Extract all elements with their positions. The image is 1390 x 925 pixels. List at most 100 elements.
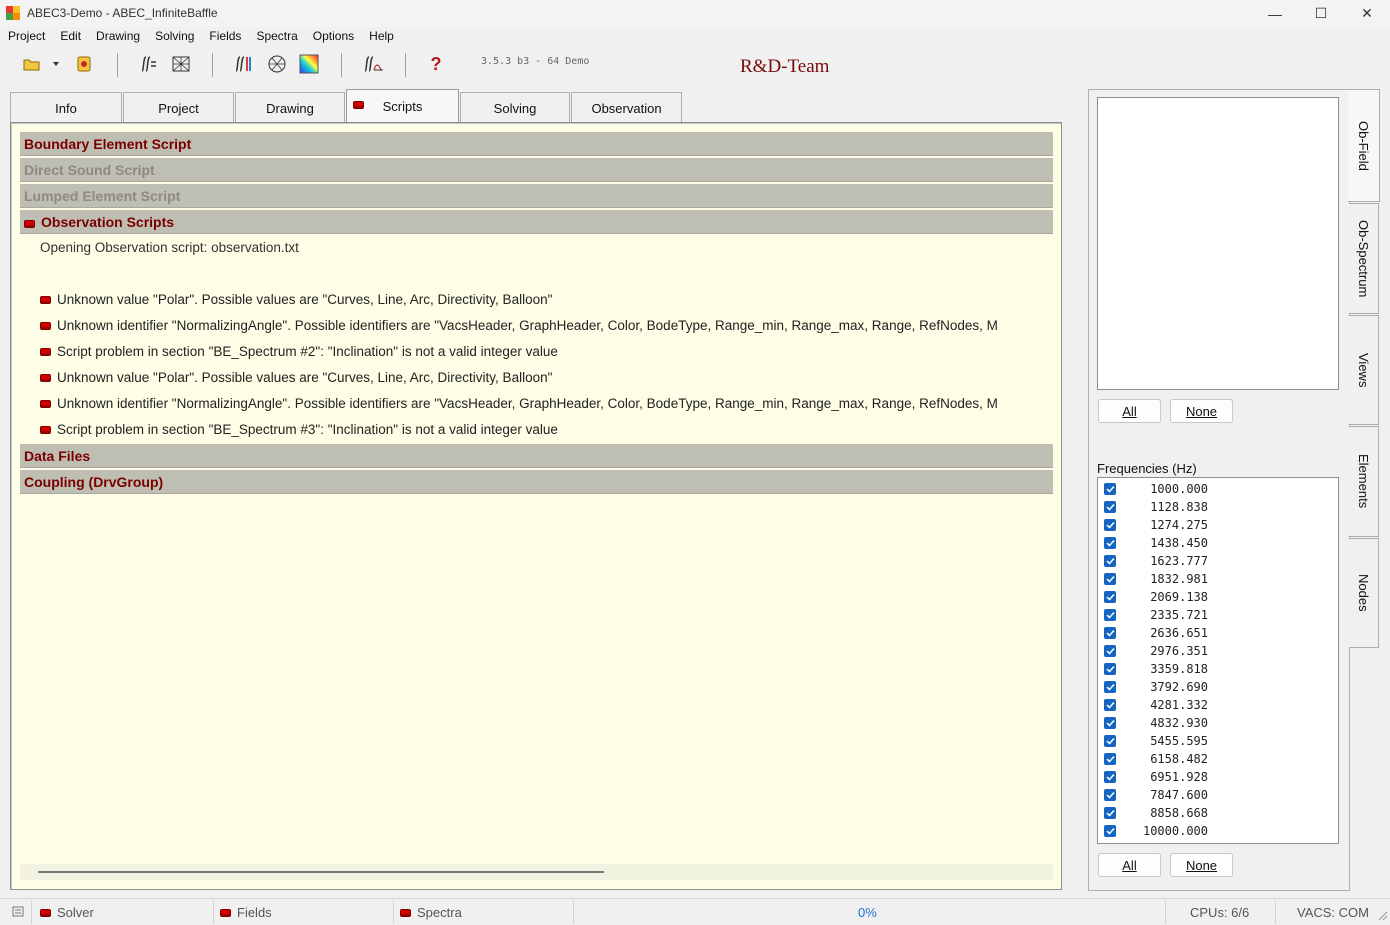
tab-solving[interactable]: Solving bbox=[460, 92, 570, 123]
menu-drawing[interactable]: Drawing bbox=[96, 27, 140, 47]
solver-script-button[interactable] bbox=[137, 53, 159, 75]
save-project-button[interactable] bbox=[73, 53, 95, 75]
frequency-checkbox[interactable] bbox=[1104, 609, 1116, 621]
frequency-row[interactable]: 1000.000 bbox=[1098, 480, 1338, 498]
frequency-row[interactable]: 2069.138 bbox=[1098, 588, 1338, 606]
side-tab-elements[interactable]: Elements bbox=[1349, 426, 1379, 537]
frequency-list[interactable]: 1000.000 1128.838 1274.275 1438.450 1623.777… bbox=[1097, 477, 1339, 844]
frequency-row[interactable]: 6158.482 bbox=[1098, 750, 1338, 768]
frequency-row[interactable]: 4832.930 bbox=[1098, 714, 1338, 732]
error-message: Script problem in section "BE_Spectrum #… bbox=[40, 418, 1052, 442]
color-map-button[interactable] bbox=[298, 53, 320, 75]
checkmark-icon bbox=[1105, 557, 1115, 565]
tab-project[interactable]: Project bbox=[123, 92, 234, 123]
frequency-checkbox[interactable] bbox=[1104, 825, 1116, 837]
observation-field-list[interactable] bbox=[1097, 97, 1339, 390]
frequency-checkbox[interactable] bbox=[1104, 717, 1116, 729]
frequency-checkbox[interactable] bbox=[1104, 573, 1116, 585]
frequency-checkbox[interactable] bbox=[1104, 807, 1116, 819]
side-tab-ob-spectrum[interactable]: Ob-Spectrum bbox=[1349, 203, 1379, 314]
frequency-row[interactable]: 1274.275 bbox=[1098, 516, 1338, 534]
spectrum-icon bbox=[364, 56, 383, 72]
menu-solving[interactable]: Solving bbox=[155, 27, 194, 47]
side-tab-views[interactable]: Views bbox=[1349, 315, 1379, 425]
frequency-checkbox[interactable] bbox=[1104, 627, 1116, 639]
menu-fields[interactable]: Fields bbox=[209, 27, 241, 47]
triangle-mesh-icon bbox=[268, 55, 286, 73]
section-observation-scripts[interactable]: Observation Scripts bbox=[20, 210, 1053, 234]
side-tab-label: Views bbox=[1356, 352, 1371, 388]
open-dropdown-button[interactable] bbox=[49, 53, 63, 75]
frequency-checkbox[interactable] bbox=[1104, 555, 1116, 567]
section-direct-sound-script[interactable]: Direct Sound Script bbox=[20, 158, 1053, 182]
minimize-button[interactable]: — bbox=[1252, 0, 1298, 27]
frequency-row[interactable]: 4281.332 bbox=[1098, 696, 1338, 714]
frequency-checkbox[interactable] bbox=[1104, 771, 1116, 783]
side-tab-ob-field[interactable]: Ob-Field bbox=[1348, 89, 1380, 202]
frequency-checkbox[interactable] bbox=[1104, 483, 1116, 495]
frequency-checkbox[interactable] bbox=[1104, 501, 1116, 513]
frequency-checkbox[interactable] bbox=[1104, 789, 1116, 801]
select-all-frequencies-button[interactable]: All bbox=[1098, 853, 1161, 877]
tab-label: Drawing bbox=[266, 100, 314, 116]
frequency-checkbox[interactable] bbox=[1104, 663, 1116, 675]
side-tab-nodes[interactable]: Nodes bbox=[1349, 538, 1379, 648]
section-data-files[interactable]: Data Files bbox=[20, 444, 1053, 468]
frequency-checkbox[interactable] bbox=[1104, 645, 1116, 657]
menu-options[interactable]: Options bbox=[313, 27, 354, 47]
spectra-button[interactable] bbox=[362, 53, 384, 75]
scrollbar-thumb[interactable] bbox=[38, 871, 604, 873]
mesh-button[interactable] bbox=[170, 53, 192, 75]
spectra-status: Spectra bbox=[400, 901, 462, 924]
menu-spectra[interactable]: Spectra bbox=[256, 27, 297, 47]
status-text: Fields bbox=[237, 905, 272, 920]
frequency-row[interactable]: 5455.595 bbox=[1098, 732, 1338, 750]
tab-observation[interactable]: Observation bbox=[571, 92, 682, 123]
select-all-fields-button[interactable]: All bbox=[1098, 399, 1161, 423]
frequency-checkbox[interactable] bbox=[1104, 537, 1116, 549]
frequency-row[interactable]: 6951.928 bbox=[1098, 768, 1338, 786]
frequency-row[interactable]: 2976.351 bbox=[1098, 642, 1338, 660]
tab-info[interactable]: Info bbox=[10, 92, 122, 123]
size-grip-icon[interactable] bbox=[1376, 909, 1388, 921]
maximize-button[interactable]: ☐ bbox=[1298, 0, 1344, 27]
fields-button[interactable] bbox=[232, 53, 254, 75]
frequency-row[interactable]: 8858.668 bbox=[1098, 804, 1338, 822]
menu-edit[interactable]: Edit bbox=[60, 27, 81, 47]
menu-project[interactable]: Project bbox=[8, 27, 45, 47]
frequency-row[interactable]: 3359.818 bbox=[1098, 660, 1338, 678]
integral-color-icon bbox=[235, 56, 251, 72]
close-button[interactable]: ✕ bbox=[1344, 0, 1390, 27]
side-tab-label: Ob-Field bbox=[1356, 120, 1371, 171]
frequency-checkbox[interactable] bbox=[1104, 699, 1116, 711]
frequency-row[interactable]: 3792.690 bbox=[1098, 678, 1338, 696]
section-boundary-element-script[interactable]: Boundary Element Script bbox=[20, 132, 1053, 156]
select-none-frequencies-button[interactable]: None bbox=[1170, 853, 1233, 877]
frequency-row[interactable]: 7847.600 bbox=[1098, 786, 1338, 804]
observation-mesh-button[interactable] bbox=[266, 53, 288, 75]
section-lumped-element-script[interactable]: Lumped Element Script bbox=[20, 184, 1053, 208]
tab-scripts[interactable]: Scripts bbox=[346, 89, 459, 123]
section-coupling[interactable]: Coupling (DrvGroup) bbox=[20, 470, 1053, 494]
error-message: Unknown value "Polar". Possible values a… bbox=[40, 366, 1052, 390]
frequency-checkbox[interactable] bbox=[1104, 753, 1116, 765]
open-folder-button[interactable] bbox=[21, 53, 43, 75]
frequency-row[interactable]: 1438.450 bbox=[1098, 534, 1338, 552]
horizontal-scrollbar[interactable] bbox=[20, 864, 1053, 880]
frequency-row[interactable]: 1623.777 bbox=[1098, 552, 1338, 570]
frequency-row[interactable]: 1832.981 bbox=[1098, 570, 1338, 588]
menu-help[interactable]: Help bbox=[369, 27, 394, 47]
status-divider bbox=[31, 901, 32, 924]
frequency-value: 5455.595 bbox=[1150, 734, 1208, 748]
tab-drawing[interactable]: Drawing bbox=[235, 92, 345, 123]
frequency-row[interactable]: 10000.000 bbox=[1098, 822, 1338, 840]
frequency-checkbox[interactable] bbox=[1104, 591, 1116, 603]
frequency-checkbox[interactable] bbox=[1104, 519, 1116, 531]
frequency-checkbox[interactable] bbox=[1104, 735, 1116, 747]
frequency-row[interactable]: 1128.838 bbox=[1098, 498, 1338, 516]
frequency-row[interactable]: 2636.651 bbox=[1098, 624, 1338, 642]
frequency-checkbox[interactable] bbox=[1104, 681, 1116, 693]
help-icon[interactable]: ? bbox=[425, 53, 447, 75]
frequency-row[interactable]: 2335.721 bbox=[1098, 606, 1338, 624]
select-none-fields-button[interactable]: None bbox=[1170, 399, 1233, 423]
